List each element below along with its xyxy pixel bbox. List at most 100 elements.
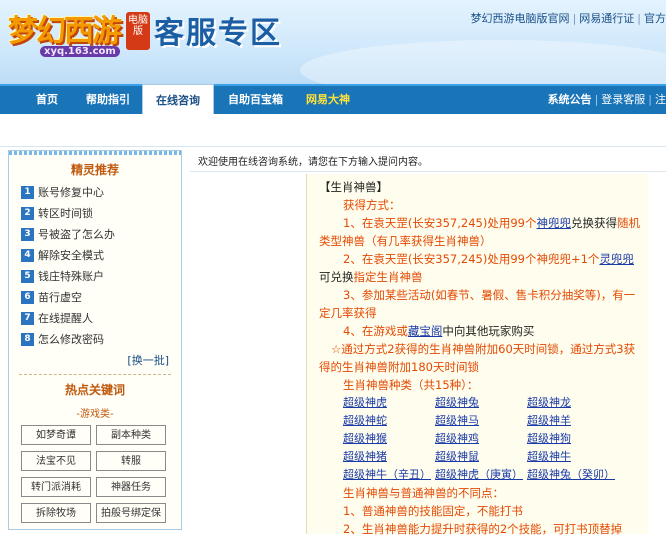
- keyword-button[interactable]: 转服: [96, 451, 166, 471]
- keyword-button[interactable]: 如梦奇谭: [21, 425, 91, 445]
- sidebar: 精灵推荐 1 账号修复中心 2 转区时间锁 3 号被盗了怎么办 4 解除安全模式 5 钱庄…: [8, 150, 182, 530]
- recommend-item[interactable]: 2 转区时间锁: [21, 204, 181, 224]
- system-notice-link[interactable]: 系统公告: [548, 93, 592, 106]
- sidebar-border-decoration: [9, 151, 181, 155]
- official-link[interactable]: 官方: [644, 12, 666, 25]
- game-logo[interactable]: 梦幻西游 电脑版 xyq.163.com: [8, 6, 150, 57]
- keyword-button[interactable]: 拆除牧场: [21, 503, 91, 523]
- time-lock-note: ☆通过方式2获得的生肖神兽附加60天时间锁，通过方式3获得的生肖神兽附加180天…: [319, 342, 636, 374]
- nav-online-consult[interactable]: 在线咨询: [142, 84, 214, 114]
- pet-link[interactable]: 超级神马: [435, 412, 527, 430]
- method-3: 3、参加某些活动(如春节、暑假、售卡积分抽奖等)，有一定几率获得: [319, 288, 636, 320]
- pet-link[interactable]: 超级神狗: [527, 430, 619, 448]
- keyword-button[interactable]: 神器任务: [96, 477, 166, 497]
- method-4: 4、在游戏或藏宝阁中向其他玩家购买: [319, 322, 644, 340]
- difference-1: 1、普通神兽的技能固定，不能打书: [343, 504, 523, 518]
- recommend-item-label: 钱庄特殊账户: [38, 270, 104, 283]
- hot-keywords-subtitle: -游戏类-: [76, 409, 114, 420]
- ling-doudou-link[interactable]: 灵兜兜: [599, 252, 634, 266]
- keyword-button[interactable]: 副本种类: [96, 425, 166, 445]
- recommend-item[interactable]: 3 号被盗了怎么办: [21, 225, 181, 245]
- number-badge: 4: [21, 248, 34, 262]
- recommend-item[interactable]: 1 账号修复中心: [21, 183, 181, 203]
- recommend-item[interactable]: 7 在线提醒人: [21, 309, 181, 329]
- recommend-item[interactable]: 8 怎么修改密码: [21, 330, 181, 350]
- nav-right-links: 系统公告 | 登录客服 | 注: [548, 86, 666, 114]
- swap-batch-link[interactable]: [换一批]: [9, 352, 181, 368]
- shen-doudou-link[interactable]: 神兜兜: [536, 216, 571, 230]
- nav-self-service-box[interactable]: 自助百宝箱: [228, 86, 283, 114]
- pet-kinds-label: 生肖神兽种类（共15种）：: [343, 378, 479, 392]
- keyword-button[interactable]: 拍般号绑定保: [96, 503, 166, 523]
- register-link[interactable]: 注: [655, 93, 666, 106]
- header: 梦幻西游 电脑版 xyq.163.com 客服专区 梦幻西游电脑版官网 | 网易通行…: [0, 0, 666, 84]
- nav-home[interactable]: 首页: [36, 86, 58, 114]
- method-2-text-c: 指定生肖神兽: [353, 270, 423, 284]
- difference-2: 2、生肖神兽能力提升时获得的2个技能，可打书顶替掉: [343, 522, 623, 536]
- separator: |: [594, 93, 599, 106]
- number-badge: 7: [21, 311, 34, 325]
- pet-link[interactable]: 超级神猴: [343, 430, 435, 448]
- answer-title: 【生肖神兽】: [319, 180, 388, 194]
- recommend-title: 精灵推荐: [70, 163, 119, 177]
- recommend-item-label: 在线提醒人: [38, 312, 93, 325]
- recommend-list: 1 账号修复中心 2 转区时间锁 3 号被盗了怎么办 4 解除安全模式 5 钱庄特殊账户 …: [9, 183, 181, 350]
- method-1: 1、在袁天罡(长安357,245)处用99个神兜兜兑换获得随机类型神兽（有几率获…: [319, 214, 644, 250]
- pet-link[interactable]: 超级神龙: [527, 394, 619, 412]
- number-badge: 8: [21, 332, 34, 346]
- number-badge: 1: [21, 185, 34, 199]
- pet-link[interactable]: 超级神蛇: [343, 412, 435, 430]
- separator: |: [572, 12, 577, 25]
- top-links: 梦幻西游电脑版官网 | 网易通行证 | 官方: [471, 10, 666, 26]
- recommend-item[interactable]: 6 苗行虚空: [21, 288, 181, 308]
- pet-link[interactable]: 超级神鼠: [435, 448, 527, 466]
- separator: |: [637, 12, 641, 25]
- number-badge: 3: [21, 227, 34, 241]
- header-decoration: [300, 40, 666, 84]
- number-badge: 6: [21, 290, 34, 304]
- separator: |: [648, 93, 652, 106]
- pet-link[interactable]: 超级神牛（辛丑）: [343, 466, 435, 484]
- pet-grid: 超级神虎 超级神兔 超级神龙 超级神蛇 超级神马 超级神羊 超级神猴 超级神鸡 …: [343, 394, 643, 484]
- pet-link[interactable]: 超级神虎（庚寅）: [435, 466, 527, 484]
- pet-link[interactable]: 超级神羊: [527, 412, 619, 430]
- get-way-label: 获得方式：: [343, 198, 401, 212]
- nav-netease-dashen[interactable]: 网易大神: [306, 86, 350, 114]
- official-site-link[interactable]: 梦幻西游电脑版官网: [471, 12, 570, 25]
- pet-link[interactable]: 超级神猪: [343, 448, 435, 466]
- recommend-item-label: 苗行虚空: [38, 291, 82, 304]
- main-nav: 首页 帮助指引 在线咨询 自助百宝箱 网易大神 系统公告 | 登录客服 | 注: [0, 84, 666, 114]
- recommend-item[interactable]: 5 钱庄特殊账户: [21, 267, 181, 287]
- keyword-button[interactable]: 转门派消耗: [21, 477, 91, 497]
- method-4-text-b: 中向其他玩家购买: [442, 324, 535, 338]
- method-2-text-b: 可兑换: [319, 270, 354, 284]
- number-badge: 5: [21, 269, 34, 283]
- method-4-text-a: 4、在游戏或: [343, 324, 408, 338]
- answer-panel: 【生肖神兽】 获得方式： 1、在袁天罡(长安357,245)处用99个神兜兜兑换…: [306, 174, 648, 536]
- method-1-text-b: 兑换获得: [570, 216, 617, 230]
- sub-bar: [0, 114, 666, 147]
- pet-link[interactable]: 超级神兔: [435, 394, 527, 412]
- pet-link[interactable]: 超级神兔（癸卯）: [527, 466, 619, 484]
- difference-label: 生肖神兽与普通神兽的不同点：: [343, 486, 504, 500]
- passport-link[interactable]: 网易通行证: [579, 12, 634, 25]
- recommend-item-label: 号被盗了怎么办: [38, 228, 115, 241]
- method-2: 2、在袁天罡(长安357,245)处用99个神兜兜+1个灵兜兜可兑换指定生肖神兽: [319, 250, 644, 286]
- method-2-text-a: 2、在袁天罡(长安357,245)处用99个神兜兜+1个: [343, 252, 600, 266]
- keyword-button[interactable]: 法宝不见: [21, 451, 91, 471]
- pet-link[interactable]: 超级神鸡: [435, 430, 527, 448]
- welcome-message: 欢迎使用在线咨询系统，请您在下方输入提问内容。: [198, 157, 428, 168]
- logo-domain: xyq.163.com: [40, 46, 120, 57]
- recommend-item-label: 怎么修改密码: [38, 333, 104, 346]
- login-service-link[interactable]: 登录客服: [601, 93, 645, 106]
- section-title: 客服专区: [154, 16, 282, 51]
- pet-link[interactable]: 超级神虎: [343, 394, 435, 412]
- divider: [19, 374, 171, 375]
- recommend-item-label: 账号修复中心: [38, 186, 104, 199]
- cangbaoge-link[interactable]: 藏宝阁: [408, 324, 443, 338]
- nav-help-guide[interactable]: 帮助指引: [86, 86, 130, 114]
- method-1-text-a: 1、在袁天罡(长安357,245)处用99个: [343, 216, 537, 230]
- recommend-item[interactable]: 4 解除安全模式: [21, 246, 181, 266]
- recommend-item-label: 解除安全模式: [38, 249, 104, 262]
- pet-link[interactable]: 超级神牛: [527, 448, 619, 466]
